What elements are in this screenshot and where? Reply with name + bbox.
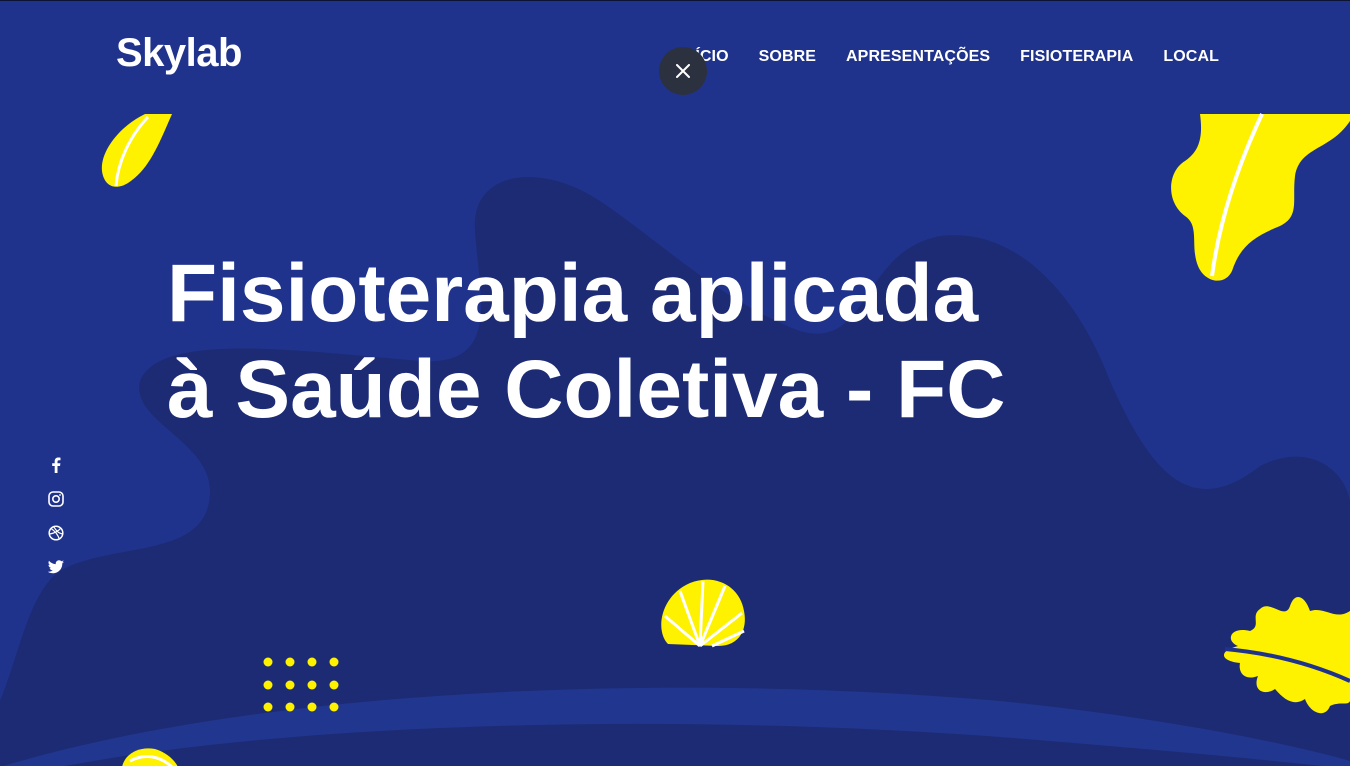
leaf-top-right (1171, 113, 1350, 281)
nav-item-local[interactable]: LOCAL (1163, 48, 1219, 66)
main-nav: INÍCIO SOBRE APRESENTAÇÕES FISIOTERAPIA … (679, 48, 1219, 66)
hero-title-line-1: Fisioterapia aplicada (167, 248, 979, 339)
social-links (45, 456, 67, 575)
dribbble-icon (48, 524, 64, 541)
instagram-icon (48, 490, 64, 507)
twitter-icon (48, 559, 64, 573)
page: Skylab INÍCIO SOBRE APRESENTAÇÕES FISIOT… (0, 0, 1350, 766)
hero-title-line-2: à Saúde Coletiva - FC (167, 344, 1006, 435)
close-icon (676, 64, 690, 78)
site-logo[interactable]: Skylab (116, 31, 242, 76)
leaf-top-left (101, 114, 172, 187)
facebook-icon (52, 457, 61, 473)
facebook-link[interactable] (47, 456, 65, 473)
nav-item-apresentacoes[interactable]: APRESENTAÇÕES (846, 48, 990, 66)
nav-item-fisioterapia[interactable]: FISIOTERAPIA (1020, 48, 1133, 66)
close-button[interactable] (659, 47, 707, 95)
nav-item-sobre[interactable]: SOBRE (759, 48, 816, 66)
instagram-link[interactable] (47, 490, 65, 507)
hero-title: Fisioterapia aplicada à Saúde Coletiva -… (167, 246, 1167, 438)
twitter-link[interactable] (47, 558, 65, 575)
dribbble-link[interactable] (47, 524, 65, 541)
